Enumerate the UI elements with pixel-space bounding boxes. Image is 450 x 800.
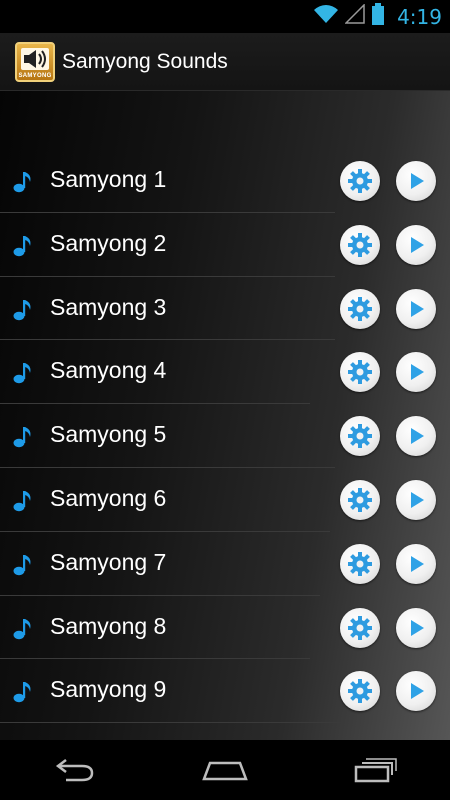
music-note-icon: [13, 235, 33, 257]
music-note-icon: [13, 490, 33, 512]
play-icon: [411, 173, 424, 189]
speaker-icon: [21, 47, 49, 70]
gear-icon: [348, 424, 372, 449]
gear-icon: [348, 296, 372, 321]
sound-label: Samyong 2: [50, 229, 167, 256]
play-icon: [411, 236, 424, 253]
play-button[interactable]: [396, 224, 436, 265]
music-note-icon: [13, 171, 33, 193]
sound-label: Samyong 8: [50, 612, 167, 639]
play-icon: [411, 364, 424, 381]
sound-label: Samyong 1: [50, 166, 167, 192]
settings-button[interactable]: [340, 479, 380, 520]
play-button[interactable]: [396, 352, 436, 393]
settings-button[interactable]: [340, 288, 380, 329]
settings-button[interactable]: [340, 671, 380, 712]
back-icon: [55, 759, 94, 782]
wifi-icon: [313, 4, 339, 29]
play-icon: [411, 683, 424, 700]
play-icon: [411, 428, 424, 445]
battery-icon: [371, 3, 385, 30]
music-note-icon: [13, 426, 33, 448]
sound-list-item[interactable]: Samyong 5: [0, 404, 450, 468]
divider: [0, 722, 340, 724]
sound-list-item[interactable]: Samyong 1: [0, 149, 450, 213]
gear-icon: [348, 169, 372, 193]
play-button[interactable]: [396, 607, 436, 648]
play-icon: [411, 619, 424, 636]
play-button[interactable]: [396, 671, 436, 712]
sound-list: Samyong 1 Samyong 2 Samyong 3 Samyong 4 …: [0, 149, 450, 724]
gear-icon: [348, 679, 372, 704]
gear-icon: [348, 232, 372, 257]
home-icon: [202, 761, 248, 781]
gear-icon: [348, 615, 372, 640]
recents-icon: [354, 758, 397, 783]
music-note-icon: [13, 362, 33, 384]
play-icon: [411, 555, 424, 572]
home-button[interactable]: [195, 750, 255, 790]
play-icon: [411, 300, 424, 317]
settings-button[interactable]: [340, 543, 380, 584]
settings-button[interactable]: [340, 352, 380, 393]
sound-label: Samyong 9: [50, 676, 167, 703]
app-logo[interactable]: SAMYONG: [15, 41, 55, 82]
music-note-icon: [13, 299, 33, 321]
app-title: Samyong Sounds: [62, 49, 228, 73]
gear-icon: [348, 487, 372, 512]
music-note-icon: [13, 681, 33, 703]
sound-label: Samyong 6: [50, 484, 167, 511]
status-time: 4:19: [397, 4, 442, 29]
music-note-icon: [13, 618, 33, 640]
sound-list-item[interactable]: Samyong 9: [0, 659, 450, 724]
navigation-bar: [0, 740, 450, 800]
sound-list-item[interactable]: Samyong 7: [0, 532, 450, 596]
sound-label: Samyong 5: [50, 421, 167, 448]
sound-label: Samyong 7: [50, 548, 167, 575]
play-button[interactable]: [396, 543, 436, 584]
settings-button[interactable]: [340, 161, 380, 201]
play-icon: [411, 491, 424, 508]
settings-button[interactable]: [340, 416, 380, 457]
sound-label: Samyong 4: [50, 357, 167, 384]
logo-text: SAMYONG: [18, 72, 52, 79]
gear-icon: [348, 551, 372, 576]
play-button[interactable]: [396, 416, 436, 457]
sound-label: Samyong 3: [50, 293, 167, 320]
sound-list-item[interactable]: Samyong 3: [0, 277, 450, 341]
sound-list-item[interactable]: Samyong 6: [0, 468, 450, 532]
play-button[interactable]: [396, 479, 436, 520]
play-button[interactable]: [396, 161, 436, 201]
back-button[interactable]: [45, 750, 105, 790]
gear-icon: [348, 360, 372, 385]
sound-list-item[interactable]: Samyong 8: [0, 596, 450, 660]
signal-icon: [344, 3, 365, 29]
settings-button[interactable]: [340, 224, 380, 265]
status-bar: 4:19: [0, 0, 450, 33]
sound-list-item[interactable]: Samyong 4: [0, 340, 450, 405]
music-note-icon: [13, 554, 33, 576]
sound-list-panel: Samyong 1 Samyong 2 Samyong 3 Samyong 4 …: [0, 91, 450, 740]
recents-button[interactable]: [345, 750, 405, 790]
play-button[interactable]: [396, 288, 436, 329]
sound-list-item[interactable]: Samyong 2: [0, 213, 450, 277]
settings-button[interactable]: [340, 607, 380, 648]
action-bar: SAMYONG Samyong Sounds: [0, 33, 450, 91]
